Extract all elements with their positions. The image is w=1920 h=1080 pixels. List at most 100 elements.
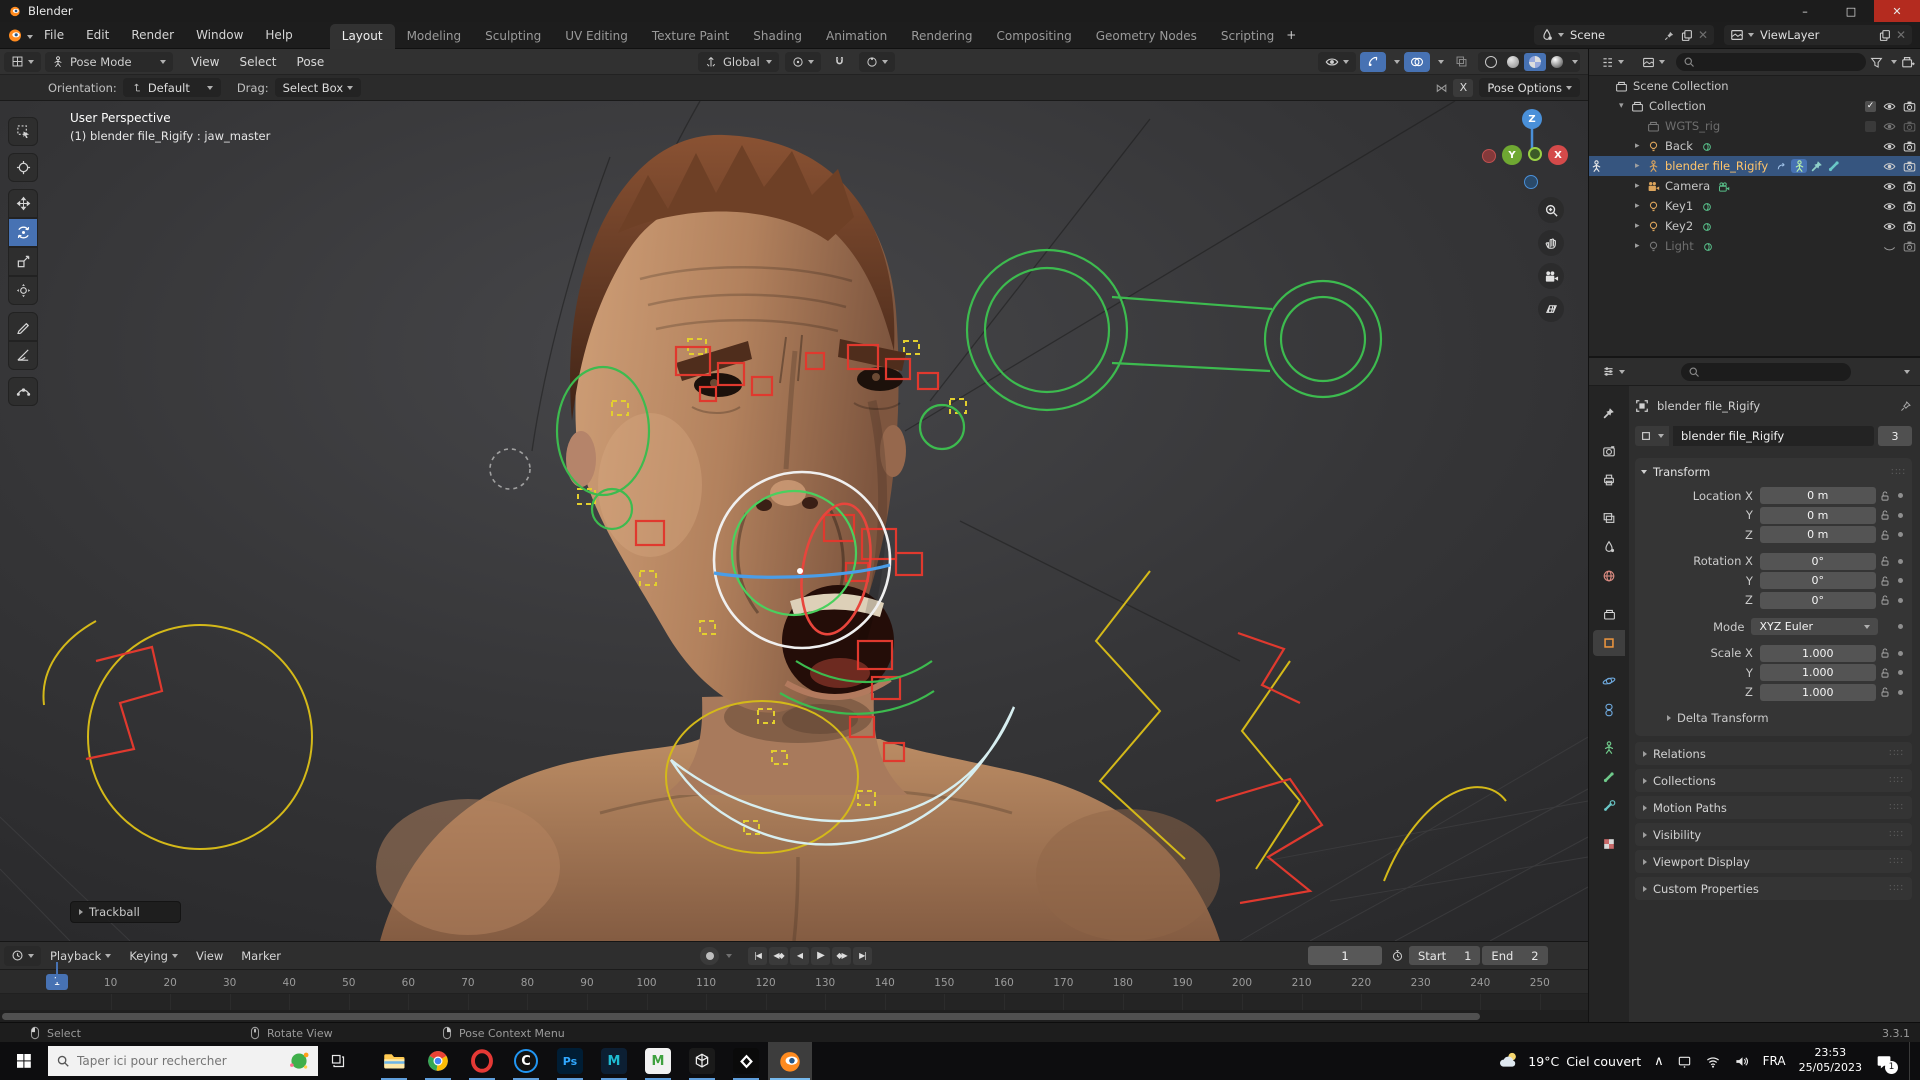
eye-icon[interactable] [1883,99,1896,113]
animate-dot-icon[interactable] [1895,670,1906,675]
prev-keyframe-button[interactable]: ◀◆ [769,947,788,965]
search-input[interactable] [77,1054,257,1068]
pivot-point-dropdown[interactable] [785,52,821,72]
news-weather-icon[interactable] [288,1050,310,1072]
properties-editor-type-button[interactable] [1595,362,1632,382]
animate-dot-icon[interactable] [1895,690,1906,695]
properties-tab-collection[interactable] [1593,601,1625,627]
view-layer-selector[interactable]: ViewLayer ✕ [1724,25,1912,45]
operator-panel[interactable]: Trackball [70,901,181,923]
ortho-grid-icon[interactable] [1538,296,1564,322]
eye-icon[interactable] [1883,179,1896,193]
taskbar-app-c-app[interactable]: C [504,1042,548,1080]
use-preview-range-icon[interactable] [1388,947,1407,965]
orientation-setting-dropdown[interactable]: Default [123,78,221,97]
panel-collections[interactable]: Collections∷∷ [1635,769,1912,792]
add-workspace-button[interactable]: + [1286,28,1296,42]
animate-dot-icon[interactable] [1895,651,1906,656]
pin-icon[interactable] [1663,28,1675,42]
lock-icon[interactable] [1876,594,1895,606]
transform-value-field[interactable]: 0° [1760,553,1876,570]
timeline-menu-playback[interactable]: Playback [41,949,120,963]
xray-toggle[interactable] [1448,52,1474,72]
weather-widget[interactable]: 19°C Ciel couvert [1497,1051,1641,1071]
object-name-field[interactable]: blender file_Rigify [1673,426,1874,446]
camera-visibility-icon[interactable] [1903,99,1916,113]
material-preview-button[interactable] [1524,53,1546,71]
panel-motion-paths[interactable]: Motion Paths∷∷ [1635,796,1912,819]
tool-cursor[interactable] [8,153,38,182]
taskbar-app-blender[interactable] [768,1042,812,1080]
collection-checkbox[interactable]: ✓ [1865,101,1876,112]
viewport-menu-select[interactable]: Select [229,55,286,69]
lock-icon[interactable] [1876,529,1895,541]
properties-tab-render[interactable] [1593,438,1625,464]
tab-uv-editing[interactable]: UV Editing [553,24,640,49]
expand-arrow-icon[interactable]: ▸ [1635,201,1647,211]
tool-scale[interactable] [8,247,38,276]
menu-render[interactable]: Render [120,28,185,42]
outliner-row-blender-file-rigify[interactable]: ▸blender file_Rigify [1589,156,1920,176]
new-collection-icon[interactable] [1901,55,1915,70]
proportional-editing-dropdown[interactable] [859,52,895,72]
tool-annotate[interactable] [8,312,38,341]
close-button[interactable]: ✕ [1874,0,1920,22]
tab-layout[interactable]: Layout [330,24,395,49]
scene-selector[interactable]: Scene ✕ [1534,25,1714,45]
gizmo-y-axis[interactable]: Y [1502,145,1522,165]
end-frame-field[interactable]: End2 [1482,946,1547,965]
tab-animation[interactable]: Animation [814,24,899,49]
properties-tab-bone-constraint[interactable] [1593,793,1625,819]
transform-value-field[interactable]: 0 m [1760,507,1876,524]
transform-value-field[interactable]: 1.000 [1760,684,1876,701]
timeline-menu-view[interactable]: View [187,949,232,963]
taskbar-app-opera[interactable] [460,1042,504,1080]
expand-arrow-icon[interactable]: ▸ [1635,141,1647,151]
wireframe-shading-button[interactable] [1480,53,1502,71]
maximize-button[interactable]: □ [1828,0,1874,22]
outliner-row-wgts-rig[interactable]: WGTS_rig [1589,116,1920,136]
wifi-icon[interactable] [1705,1054,1721,1069]
taskbar-app-maya-creative[interactable]: M [636,1042,680,1080]
outliner-row-light[interactable]: ▸Light [1589,236,1920,256]
transform-value-field[interactable]: 0 m [1760,526,1876,543]
mirror-butterfly-icon[interactable]: ⋈ [1435,81,1447,95]
solid-shading-button[interactable] [1502,53,1524,71]
transform-value-field[interactable]: 1.000 [1760,645,1876,662]
tool-move[interactable] [8,189,38,218]
tab-compositing[interactable]: Compositing [984,24,1083,49]
gizmo-neg-y-axis[interactable] [1528,147,1542,161]
drag-setting-dropdown[interactable]: Select Box [275,78,362,97]
playhead-line[interactable] [56,962,58,982]
tab-sculpting[interactable]: Sculpting [473,24,553,49]
properties-tab-output[interactable] [1593,467,1625,493]
timeline-menu-keying[interactable]: Keying [120,949,187,963]
properties-tab-tool[interactable] [1593,400,1625,426]
tab-scripting[interactable]: Scripting [1209,24,1286,49]
jump-to-end-button[interactable]: ▶| [853,947,872,965]
gizmo-z-axis[interactable]: Z [1522,109,1542,129]
expand-arrow-icon[interactable]: ▸ [1635,181,1647,191]
lock-icon[interactable] [1876,555,1895,567]
gizmo-neg-z-axis[interactable] [1524,175,1538,189]
tool-transform[interactable] [8,276,38,305]
pin-icon[interactable] [1899,399,1912,413]
editor-type-button[interactable] [4,52,41,72]
camera-visibility-icon[interactable] [1903,139,1916,153]
animate-dot-icon[interactable] [1895,578,1906,583]
timeline-ruler[interactable]: 1 10203040506070809010011012013014015016… [0,970,1588,994]
properties-tab-view-layer[interactable] [1593,505,1625,531]
mode-dropdown[interactable]: XYZ Euler [1751,618,1877,635]
menu-file[interactable]: File [33,28,75,42]
timeline-scrollbar[interactable] [0,1010,1588,1022]
outliner-row-camera[interactable]: ▸Camera [1589,176,1920,196]
menu-help[interactable]: Help [254,28,303,42]
notification-center-icon[interactable]: 1 [1875,1053,1892,1070]
camera-visibility-icon[interactable] [1903,199,1916,213]
timeline-menu-marker[interactable]: Marker [232,949,290,963]
transform-value-field[interactable]: 0° [1760,592,1876,609]
eye-icon[interactable] [1883,119,1896,133]
tool-pose-breakdowner[interactable] [8,377,38,406]
orientation-dropdown[interactable]: Global [698,52,779,72]
taskbar-search[interactable] [48,1046,318,1076]
